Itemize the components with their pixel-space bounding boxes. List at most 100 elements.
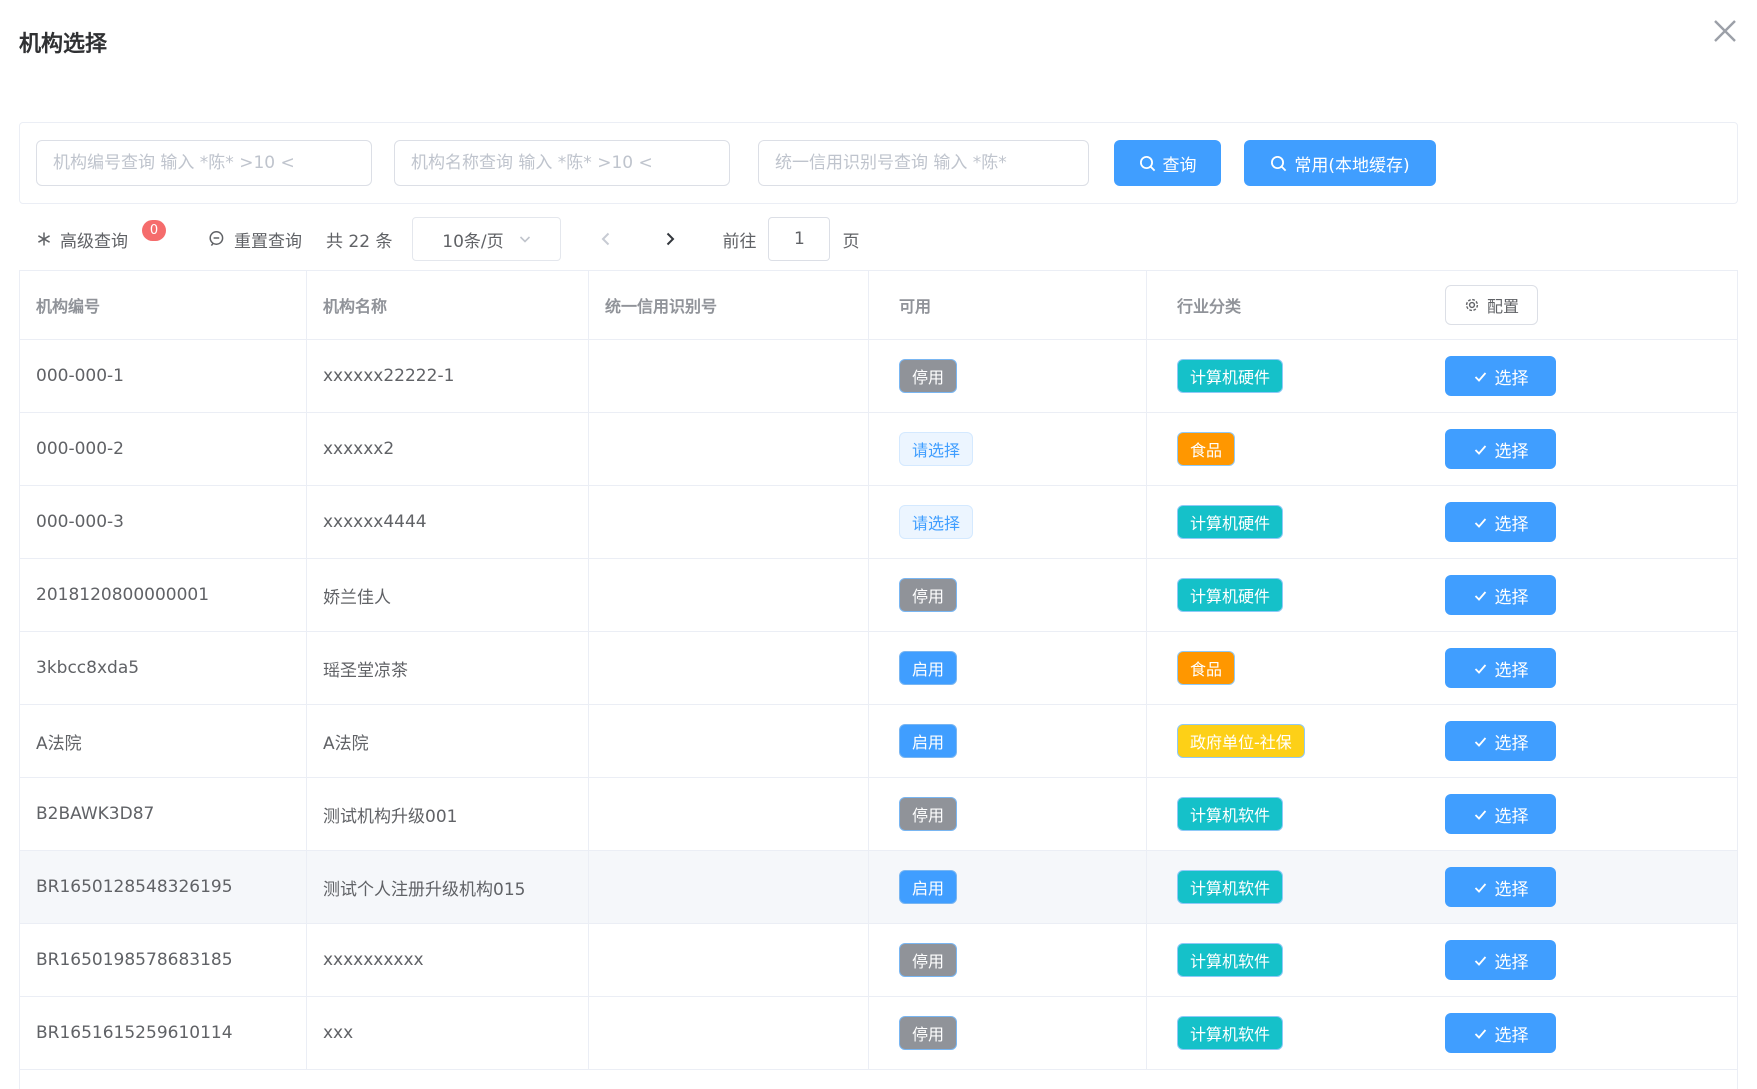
- select-button-label: 选择: [1495, 729, 1529, 754]
- select-button-label: 选择: [1495, 437, 1529, 462]
- category-badge[interactable]: 计算机硬件: [1177, 359, 1283, 393]
- select-button[interactable]: 选择: [1445, 721, 1556, 761]
- available-cell: 停用: [869, 340, 1147, 412]
- category-badge[interactable]: 计算机软件: [1177, 797, 1283, 831]
- close-button[interactable]: [1705, 12, 1745, 52]
- org-code-cell: 2018120800000001: [20, 559, 307, 631]
- available-cell: 启用: [869, 851, 1147, 923]
- status-badge[interactable]: 停用: [899, 943, 957, 977]
- check-icon: [1473, 661, 1488, 676]
- org-name-cell: A法院: [307, 705, 589, 777]
- select-button[interactable]: 选择: [1445, 648, 1556, 688]
- check-icon: [1473, 515, 1488, 530]
- org-name-cell: xxx: [307, 997, 589, 1069]
- credit-id-cell: [589, 924, 869, 996]
- goto-label: 前往: [722, 227, 756, 252]
- available-cell: 请选择: [869, 413, 1147, 485]
- cache-button[interactable]: 常用(本地缓存): [1244, 140, 1436, 186]
- table-row: 3kbcc8xda5 瑶圣堂凉茶 启用 食品 选择: [20, 632, 1737, 705]
- select-button[interactable]: 选择: [1445, 867, 1556, 907]
- page-title: 机构选择: [19, 26, 1738, 58]
- actions-cell: 选择: [1421, 486, 1737, 558]
- reset-query-link[interactable]: 重置查询: [208, 227, 302, 252]
- query-button[interactable]: 查询: [1114, 140, 1221, 186]
- table-row: 000-000-3 xxxxxx4444 请选择 计算机硬件 选择: [20, 486, 1737, 559]
- category-cell: 计算机软件: [1147, 851, 1421, 923]
- category-badge[interactable]: 食品: [1177, 651, 1235, 685]
- org-name-cell: 瑶圣堂凉茶: [307, 632, 589, 704]
- table-row: BR1650198578683185 xxxxxxxxxx 停用 计算机软件 选…: [20, 924, 1737, 997]
- close-icon: [1709, 15, 1741, 47]
- available-cell: 停用: [869, 924, 1147, 996]
- check-icon: [1473, 442, 1488, 457]
- org-name-cell: xxxxxxxxxx: [307, 924, 589, 996]
- advanced-query-badge: 0: [142, 220, 166, 241]
- org-name-cell: xxxxxx22222-1: [307, 340, 589, 412]
- category-badge[interactable]: 计算机软件: [1177, 870, 1283, 904]
- goto-page-input[interactable]: [768, 217, 830, 261]
- check-icon: [1473, 734, 1488, 749]
- org-code-cell: 000-000-2: [20, 413, 307, 485]
- category-badge[interactable]: 计算机软件: [1177, 943, 1283, 977]
- status-badge[interactable]: 启用: [899, 651, 957, 685]
- org-code-cell: 3kbcc8xda5: [20, 632, 307, 704]
- table-row: A法院 A法院 启用 政府单位-社保 选择: [20, 705, 1737, 778]
- credit-id-input[interactable]: [758, 140, 1089, 186]
- status-badge[interactable]: 启用: [899, 870, 957, 904]
- org-code-cell: 000-000-3: [20, 486, 307, 558]
- status-badge[interactable]: 请选择: [899, 505, 973, 539]
- config-button[interactable]: 配置: [1445, 285, 1538, 325]
- org-code-input[interactable]: [36, 140, 372, 186]
- category-badge[interactable]: 食品: [1177, 432, 1235, 466]
- page-size-select[interactable]: 10条/页: [412, 217, 561, 261]
- category-badge[interactable]: 计算机硬件: [1177, 578, 1283, 612]
- credit-id-cell: [589, 778, 869, 850]
- org-code-cell: BR1651615259610114: [20, 997, 307, 1069]
- prev-page-button[interactable]: [594, 226, 618, 252]
- org-name-cell: xxxxxx4444: [307, 486, 589, 558]
- advanced-query-icon: [36, 231, 52, 247]
- status-badge[interactable]: 请选择: [899, 432, 973, 466]
- check-icon: [1473, 807, 1488, 822]
- table-header-row: 机构编号 机构名称 统一信用识别号 可用 行业分类 配置: [20, 271, 1737, 340]
- select-button[interactable]: 选择: [1445, 356, 1556, 396]
- org-name-cell: 测试个人注册升级机构015: [307, 851, 589, 923]
- category-cell: 计算机软件: [1147, 997, 1421, 1069]
- chevron-right-icon: [662, 230, 678, 248]
- total-count: 共 22 条: [326, 227, 392, 252]
- select-button-label: 选择: [1495, 948, 1529, 973]
- category-badge[interactable]: 计算机软件: [1177, 1016, 1283, 1050]
- status-badge[interactable]: 停用: [899, 359, 957, 393]
- org-name-input[interactable]: [394, 140, 730, 186]
- status-badge[interactable]: 停用: [899, 578, 957, 612]
- actions-cell: 选择: [1421, 632, 1737, 704]
- category-badge[interactable]: 计算机硬件: [1177, 505, 1283, 539]
- status-badge[interactable]: 停用: [899, 1016, 957, 1050]
- select-button[interactable]: 选择: [1445, 940, 1556, 980]
- status-badge[interactable]: 停用: [899, 797, 957, 831]
- credit-id-cell: [589, 340, 869, 412]
- select-button[interactable]: 选择: [1445, 575, 1556, 615]
- org-name-cell: xxxxxx2: [307, 413, 589, 485]
- status-badge[interactable]: 启用: [899, 724, 957, 758]
- reset-query-label: 重置查询: [234, 227, 302, 252]
- select-button[interactable]: 选择: [1445, 794, 1556, 834]
- advanced-query-label: 高级查询: [60, 227, 128, 252]
- category-cell: 食品: [1147, 632, 1421, 704]
- select-button-label: 选择: [1495, 875, 1529, 900]
- credit-id-cell: [589, 632, 869, 704]
- select-button[interactable]: 选择: [1445, 429, 1556, 469]
- available-cell: 启用: [869, 705, 1147, 777]
- select-button[interactable]: 选择: [1445, 1013, 1556, 1053]
- table-row: 2018120800000001 娇兰佳人 停用 计算机硬件 选择: [20, 559, 1737, 632]
- next-page-button[interactable]: [658, 226, 682, 252]
- select-button[interactable]: 选择: [1445, 502, 1556, 542]
- category-badge[interactable]: 政府单位-社保: [1177, 724, 1305, 758]
- header-category: 行业分类: [1147, 271, 1421, 339]
- category-cell: 计算机硬件: [1147, 486, 1421, 558]
- check-icon: [1473, 1026, 1488, 1041]
- reset-query-icon: [208, 230, 226, 248]
- select-button-label: 选择: [1495, 583, 1529, 608]
- check-icon: [1473, 588, 1488, 603]
- advanced-query-link[interactable]: 高级查询 0: [36, 227, 166, 252]
